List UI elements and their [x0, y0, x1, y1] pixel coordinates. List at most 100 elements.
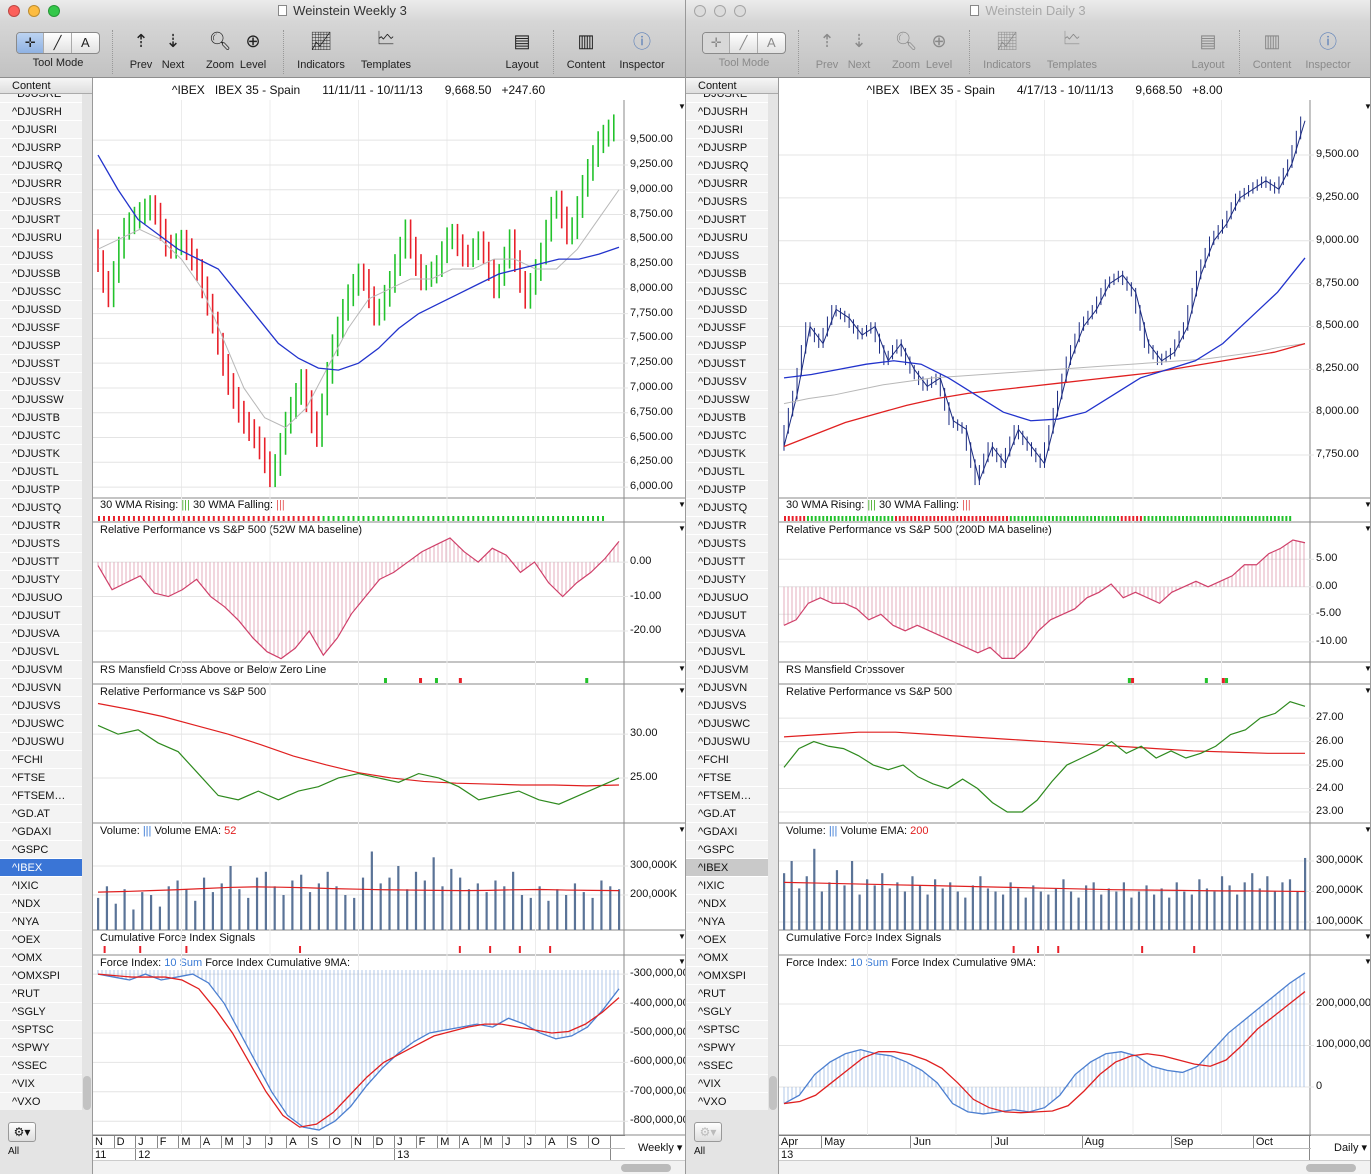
symbol-list-item[interactable]: ^DJUSTS: [0, 535, 82, 553]
tool-mode-control[interactable]: ✛ ╱ A Tool Mode: [16, 26, 100, 69]
symbol-list-item[interactable]: ^FCHI: [0, 751, 82, 769]
symbol-list-item[interactable]: ^OMXSPI: [0, 967, 82, 985]
symbol-list-item[interactable]: ^NDX: [686, 895, 768, 913]
symbol-list-item[interactable]: ^DJUSRP: [0, 139, 82, 157]
line-tool-icon[interactable]: ╱: [44, 33, 72, 53]
symbol-list-item[interactable]: ^GD.AT: [686, 805, 768, 823]
close-window-button[interactable]: [694, 5, 706, 17]
symbol-list-item[interactable]: ^DJUSS: [686, 247, 768, 265]
symbol-list-item[interactable]: ^DJUSTY: [0, 571, 82, 589]
symbol-list-item[interactable]: ^FCHI: [686, 751, 768, 769]
symbol-list-item[interactable]: ^GSPC: [0, 841, 82, 859]
symbol-list-item[interactable]: ^OEX: [0, 931, 82, 949]
symbol-list-item[interactable]: ^DJUSWU: [0, 733, 82, 751]
line-tool-icon[interactable]: ╱: [730, 33, 758, 53]
symbol-list-item[interactable]: ^DJUSTB: [686, 409, 768, 427]
content-column-header[interactable]: Content: [686, 78, 778, 94]
symbol-list-item[interactable]: ^DJUSUT: [0, 607, 82, 625]
symbol-list-item[interactable]: ^SGLY: [686, 1003, 768, 1021]
sidebar-scrollbar[interactable]: [83, 1076, 91, 1110]
symbol-list-item[interactable]: ^DJUSRT: [686, 211, 768, 229]
symbol-list-item[interactable]: ^DJUSTQ: [686, 499, 768, 517]
symbol-list-item[interactable]: ^DJUSRP: [686, 139, 768, 157]
symbol-list-item[interactable]: ^DJUSTR: [686, 517, 768, 535]
symbol-list-item[interactable]: ^OMX: [686, 949, 768, 967]
symbol-list-item[interactable]: ^DJUSSP: [686, 337, 768, 355]
symbol-list-item[interactable]: ^SPWY: [0, 1039, 82, 1057]
minimize-window-button[interactable]: [714, 5, 726, 17]
symbol-list-item[interactable]: ^FTSEM…: [686, 787, 768, 805]
symbol-list-item[interactable]: ^NYA: [0, 913, 82, 931]
symbol-list-item[interactable]: ^GSPC: [686, 841, 768, 859]
symbol-list-item[interactable]: ^RUT: [686, 985, 768, 1003]
symbol-list-item[interactable]: ^DJUSRR: [0, 175, 82, 193]
symbol-list-item[interactable]: ^DJUSRQ: [0, 157, 82, 175]
symbol-list-item[interactable]: ^DJUSUO: [686, 589, 768, 607]
zoom-window-button[interactable]: [48, 5, 60, 17]
symbol-list-item[interactable]: ^VIX: [0, 1075, 82, 1093]
symbol-list-item[interactable]: ^SGLY: [0, 1003, 82, 1021]
symbol-list-item[interactable]: ^DJUSRH: [686, 103, 768, 121]
symbol-list-item[interactable]: ^DJUSST: [0, 355, 82, 373]
symbol-list-item[interactable]: ^IBEX: [0, 859, 82, 877]
symbol-list-item[interactable]: ^SPTSC: [0, 1021, 82, 1039]
minimize-window-button[interactable]: [28, 5, 40, 17]
symbol-list-item[interactable]: ^OEX: [686, 931, 768, 949]
tool-mode-control[interactable]: ✛ ╱ A Tool Mode: [702, 26, 786, 69]
symbol-list-item[interactable]: ^DJUSTY: [686, 571, 768, 589]
symbol-list-item[interactable]: ^DJUSRR: [686, 175, 768, 193]
symbol-list-item[interactable]: ^DJUSTT: [686, 553, 768, 571]
symbol-list-item[interactable]: ^SPTSC: [686, 1021, 768, 1039]
symbol-list-item[interactable]: ^DJUSVN: [0, 679, 82, 697]
symbol-list-item[interactable]: ^IXIC: [686, 877, 768, 895]
symbol-list-item[interactable]: ^DJUSSP: [0, 337, 82, 355]
symbol-list-item[interactable]: ^DJUSSB: [686, 265, 768, 283]
symbol-list-item[interactable]: ^SPWY: [686, 1039, 768, 1057]
symbol-list-item[interactable]: ^DJUSSB: [0, 265, 82, 283]
symbol-list-item[interactable]: ^NYA: [686, 913, 768, 931]
symbol-list-item[interactable]: ^DJUSTK: [686, 445, 768, 463]
symbol-list-item[interactable]: ^DJUSTL: [686, 463, 768, 481]
symbol-list-item[interactable]: ^DJUSTS: [686, 535, 768, 553]
symbol-list-item[interactable]: ^DJUSSV: [686, 373, 768, 391]
symbol-list-item[interactable]: ^DJUSWC: [0, 715, 82, 733]
symbol-list-item[interactable]: ^DJUSSV: [0, 373, 82, 391]
symbol-list-item[interactable]: ^DJUSRT: [0, 211, 82, 229]
symbol-list-item[interactable]: ^DJUSRU: [0, 229, 82, 247]
symbol-list-item[interactable]: ^DJUSTK: [0, 445, 82, 463]
symbol-list-item[interactable]: ^NDX: [0, 895, 82, 913]
symbol-list-item[interactable]: ^DJUSVL: [686, 643, 768, 661]
symbol-list-item[interactable]: ^VXO: [0, 1093, 82, 1110]
symbol-list-item[interactable]: ^VIX: [686, 1075, 768, 1093]
symbol-list-item[interactable]: ^DJUSS: [0, 247, 82, 265]
symbol-list-item[interactable]: ^DJUSRH: [0, 103, 82, 121]
symbol-list-item[interactable]: ^DJUSVA: [686, 625, 768, 643]
symbol-list-item[interactable]: ^VXO: [686, 1093, 768, 1110]
symbol-list-item[interactable]: ^DJUSST: [686, 355, 768, 373]
content-column-header[interactable]: Content: [0, 78, 92, 94]
symbol-list-item[interactable]: ^DJUSRE: [0, 94, 82, 103]
zoom-window-button[interactable]: [734, 5, 746, 17]
symbol-list-item[interactable]: ^RUT: [0, 985, 82, 1003]
symbol-list-item[interactable]: ^DJUSSC: [686, 283, 768, 301]
symbol-list-item[interactable]: ^DJUSVL: [0, 643, 82, 661]
symbol-list-item[interactable]: ^DJUSVS: [686, 697, 768, 715]
symbol-list-item[interactable]: ^DJUSVA: [0, 625, 82, 643]
symbol-list-item[interactable]: ^SSEC: [686, 1057, 768, 1075]
symbol-list-item[interactable]: ^DJUSUT: [686, 607, 768, 625]
crosshair-tool-icon[interactable]: ✛: [17, 33, 45, 53]
symbol-list-item[interactable]: ^DJUSRQ: [686, 157, 768, 175]
symbol-list-item[interactable]: ^DJUSSF: [686, 319, 768, 337]
symbol-list-item[interactable]: ^DJUSSD: [0, 301, 82, 319]
symbol-list-item[interactable]: ^DJUSRE: [686, 94, 768, 103]
symbol-list-item[interactable]: ^GDAXI: [686, 823, 768, 841]
symbol-list-item[interactable]: ^DJUSVS: [0, 697, 82, 715]
symbol-list-item[interactable]: ^GD.AT: [0, 805, 82, 823]
sidebar-scrollbar[interactable]: [769, 1076, 777, 1110]
symbol-list-item[interactable]: ^IXIC: [0, 877, 82, 895]
symbol-list-item[interactable]: ^GDAXI: [0, 823, 82, 841]
close-window-button[interactable]: [8, 5, 20, 17]
symbol-list-item[interactable]: ^DJUSRI: [0, 121, 82, 139]
symbol-list-item[interactable]: ^DJUSSW: [686, 391, 768, 409]
symbol-list-item[interactable]: ^DJUSTC: [0, 427, 82, 445]
